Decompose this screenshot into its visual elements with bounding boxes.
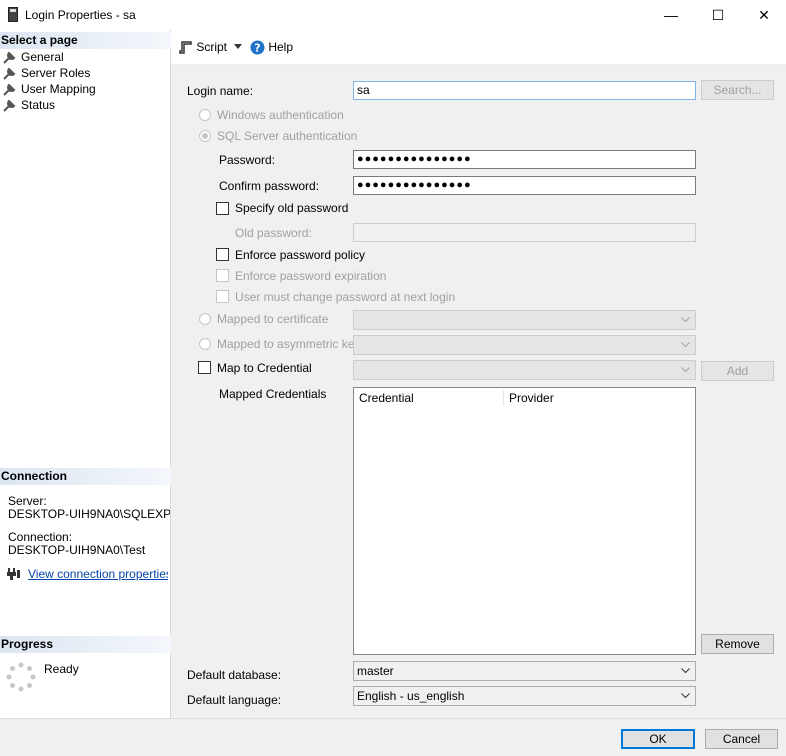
help-label: Help xyxy=(268,40,294,54)
asymmetric-key-combo[interactable] xyxy=(353,335,696,355)
chevron-down-icon xyxy=(681,367,690,373)
chevron-down-icon xyxy=(681,317,690,323)
page-item-label: Server Roles xyxy=(21,66,91,80)
title-bar: Login Properties - sa — ☐ ✕ xyxy=(0,0,786,30)
chevron-down-icon xyxy=(681,342,690,348)
confirm-password-input[interactable]: ●●●●●●●●●●●●●●● xyxy=(353,176,696,195)
mapped-cert-label: Mapped to certificate xyxy=(217,312,329,326)
map-credential-checkbox[interactable] xyxy=(198,361,211,374)
password-label: Password: xyxy=(219,153,276,167)
server-label: Server: xyxy=(8,495,47,508)
progress-header: Progress xyxy=(0,636,171,653)
progress-status: Ready xyxy=(44,663,79,676)
confirm-password-label: Confirm password: xyxy=(219,179,320,193)
wrench-icon xyxy=(3,51,16,65)
dropdown-arrow-icon[interactable] xyxy=(234,44,242,49)
windows-auth-label: Windows authentication xyxy=(217,108,344,122)
server-value: DESKTOP-UIH9NA0\SQLEXPRESS xyxy=(8,508,170,521)
script-label: Script xyxy=(196,40,228,54)
page-item-label: User Mapping xyxy=(21,82,96,96)
login-name-label: Login name: xyxy=(187,84,254,98)
cancel-button[interactable]: Cancel xyxy=(705,729,778,749)
page-item-user-mapping[interactable]: User Mapping xyxy=(3,81,96,97)
default-language-combo[interactable]: English - us_english xyxy=(353,686,696,706)
wrench-icon xyxy=(3,67,16,81)
toolbar: Script ? Help xyxy=(171,30,786,65)
plug-icon xyxy=(7,568,20,580)
old-password-label: Old password: xyxy=(235,226,312,240)
default-database-label: Default database: xyxy=(187,668,282,682)
password-input[interactable]: ●●●●●●●●●●●●●●● xyxy=(353,150,696,169)
must-change-label: User must change password at next login xyxy=(235,290,456,304)
must-change-checkbox[interactable] xyxy=(216,290,229,303)
add-button[interactable]: Add xyxy=(701,361,774,381)
mapped-credentials-grid[interactable]: Credential Provider xyxy=(353,387,696,655)
grid-header-credential[interactable]: Credential xyxy=(359,391,414,405)
default-database-combo[interactable]: master xyxy=(353,661,696,681)
default-language-value: English - us_english xyxy=(357,689,465,703)
mapped-cert-radio[interactable] xyxy=(199,313,211,325)
page-item-label: General xyxy=(21,50,64,64)
enforce-policy-label: Enforce password policy xyxy=(235,248,366,262)
view-connection-properties-link[interactable]: View connection properties xyxy=(28,568,168,581)
enforce-expiration-label: Enforce password expiration xyxy=(235,269,387,283)
mapped-asym-label: Mapped to asymmetric key xyxy=(217,337,361,351)
ok-button[interactable]: OK xyxy=(621,729,695,749)
mapped-credentials-label: Mapped Credentials xyxy=(219,387,327,401)
connection-header: Connection xyxy=(0,468,171,485)
specify-old-password-checkbox[interactable] xyxy=(216,202,229,215)
page-item-status[interactable]: Status xyxy=(3,97,55,113)
chevron-down-icon xyxy=(681,668,690,674)
connection-value: DESKTOP-UIH9NA0\Test xyxy=(8,544,146,557)
sql-auth-radio[interactable] xyxy=(199,130,211,142)
map-credential-label: Map to Credential xyxy=(217,361,312,375)
select-page-header: Select a page xyxy=(0,32,171,49)
svg-text:?: ? xyxy=(254,42,260,55)
grid-column-separator xyxy=(503,390,504,406)
window-title: Login Properties - sa xyxy=(25,8,136,22)
credential-combo[interactable] xyxy=(353,360,696,380)
script-button[interactable]: Script xyxy=(179,39,227,55)
help-icon: ? xyxy=(250,40,265,55)
default-language-label: Default language: xyxy=(187,693,282,707)
enforce-expiration-checkbox[interactable] xyxy=(216,269,229,282)
app-icon xyxy=(8,7,18,22)
windows-auth-radio[interactable] xyxy=(199,109,211,121)
connection-label: Connection: xyxy=(8,531,73,544)
spinner-icon xyxy=(6,662,36,692)
sql-auth-label: SQL Server authentication xyxy=(217,129,358,143)
default-database-value: master xyxy=(357,664,394,678)
grid-header-provider[interactable]: Provider xyxy=(509,391,554,405)
old-password-input[interactable] xyxy=(353,223,696,242)
wrench-icon xyxy=(3,99,16,113)
specify-old-password-label: Specify old password xyxy=(235,201,349,215)
search-button[interactable]: Search... xyxy=(701,80,774,100)
page-item-general[interactable]: General xyxy=(3,49,64,65)
dialog-footer: OK Cancel xyxy=(0,718,786,756)
wrench-icon xyxy=(3,83,16,97)
maximize-button[interactable]: ☐ xyxy=(695,0,741,30)
certificate-combo[interactable] xyxy=(353,310,696,330)
script-icon xyxy=(179,41,192,54)
chevron-down-icon xyxy=(681,693,690,699)
left-pane: Select a page General Server Roles User … xyxy=(0,30,171,718)
login-name-input[interactable]: sa xyxy=(353,81,696,100)
page-item-server-roles[interactable]: Server Roles xyxy=(3,65,90,81)
page-item-label: Status xyxy=(21,98,56,112)
main-pane: Login name: sa Search... Windows authent… xyxy=(171,65,786,718)
mapped-asym-radio[interactable] xyxy=(199,338,211,350)
close-button[interactable]: ✕ xyxy=(741,0,786,30)
minimize-button[interactable]: — xyxy=(648,0,694,30)
enforce-policy-checkbox[interactable] xyxy=(216,248,229,261)
remove-button[interactable]: Remove xyxy=(701,634,774,654)
help-button[interactable]: ? Help xyxy=(250,39,293,55)
